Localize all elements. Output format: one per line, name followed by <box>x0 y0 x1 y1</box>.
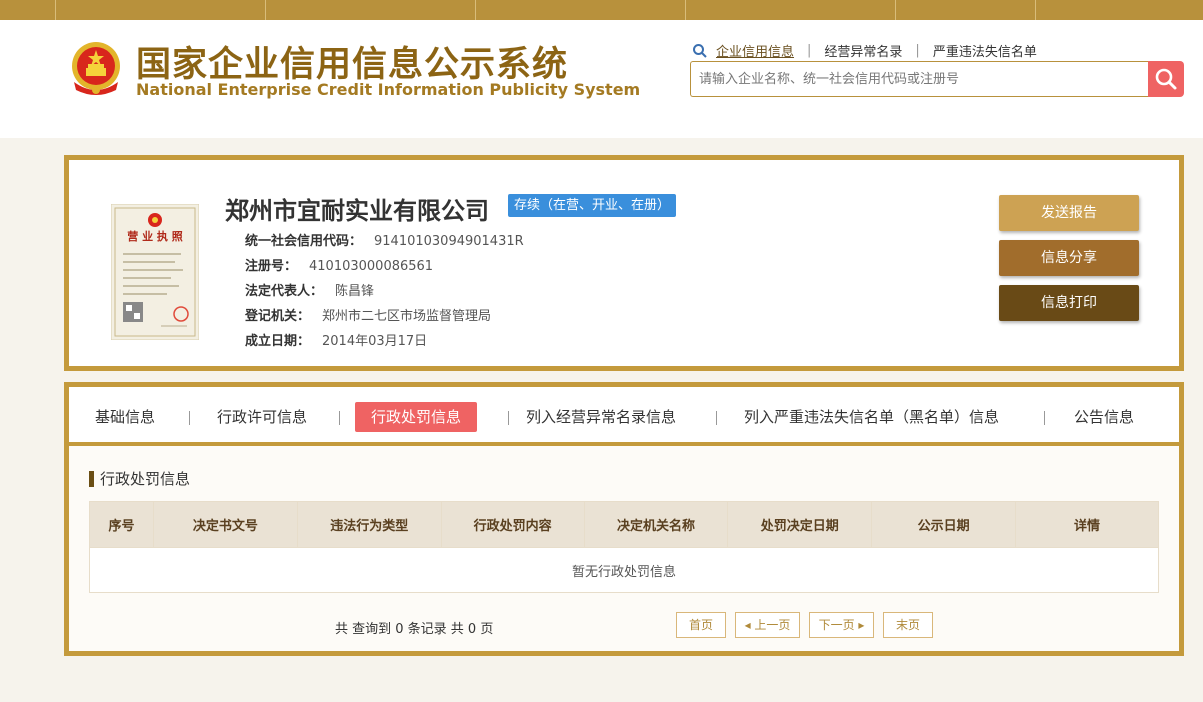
column-header: 序号 <box>89 501 154 548</box>
top-nav-item-repair[interactable] <box>685 0 895 20</box>
search-icon <box>1155 68 1177 90</box>
search-button[interactable] <box>1148 61 1184 97</box>
info-value: 91410103094901431R <box>374 234 524 249</box>
top-nav-edge <box>0 0 55 20</box>
prev-page-button[interactable]: ◂ 上一页 <box>735 612 800 638</box>
search-icon <box>693 43 707 58</box>
column-header: 公示日期 <box>871 501 1017 548</box>
table-header-row: 序号 决定书文号 违法行为类型 行政处罚内容 决定机关名称 处罚决定日期 公示日… <box>89 501 1159 548</box>
info-value: 郑州市二七区市场监督管理局 <box>322 309 492 324</box>
tab-abnormal-list[interactable]: 列入经营异常名录信息 <box>526 402 676 432</box>
info-label: 统一社会信用代码： <box>245 234 363 249</box>
business-license-image: 营 业 执 照 <box>111 204 199 340</box>
column-header: 违法行为类型 <box>296 501 442 548</box>
chevron-left-icon: ◂ <box>744 618 755 632</box>
info-label: 注册号： <box>245 259 298 274</box>
tab-announcements[interactable]: 公告信息 <box>1074 402 1134 432</box>
tab-blacklist[interactable]: 列入严重违法失信名单（黑名单）信息 <box>744 402 999 432</box>
info-row-founded: 成立日期： 2014年03月17日 <box>245 330 427 349</box>
info-row-legal-rep: 法定代表人： 陈昌锋 <box>245 280 374 299</box>
top-nav <box>0 0 1203 20</box>
info-label: 法定代表人： <box>245 284 324 299</box>
status-badge: 存续（在营、开业、在册） <box>508 194 677 217</box>
info-row-reg-no: 注册号： 410103000086561 <box>245 255 433 274</box>
info-value: 410103000086561 <box>309 259 434 274</box>
quick-link-separator: | <box>915 43 920 58</box>
quick-links: 企业信用信息 | 经营异常名录 | 严重违法失信名单 <box>692 41 1037 60</box>
search-box <box>690 61 1150 97</box>
chevron-right-icon: ▸ <box>854 618 865 632</box>
info-value: 2014年03月17日 <box>322 334 428 349</box>
tab-basic-info[interactable]: 基础信息 <box>95 402 155 432</box>
info-tabs-panel: 基础信息 行政许可信息 行政处罚信息 列入经营异常名录信息 列入严重违法失信名单… <box>64 382 1184 656</box>
info-label: 登记机关： <box>245 309 311 324</box>
top-nav-item-home[interactable] <box>55 0 265 20</box>
next-page-label: 下一页 <box>818 618 855 632</box>
column-header: 详情 <box>1015 501 1159 548</box>
tab-admin-license[interactable]: 行政许可信息 <box>217 402 307 432</box>
last-page-button[interactable]: 末页 <box>883 612 933 638</box>
tab-separator <box>508 411 509 425</box>
quick-link-abnormal[interactable]: 经营异常名录 <box>824 41 902 60</box>
site-title-en: National Enterprise Credit Information P… <box>136 80 641 99</box>
share-info-button[interactable]: 信息分享 <box>999 240 1139 276</box>
column-header: 行政处罚内容 <box>440 501 585 548</box>
tab-separator <box>716 411 717 425</box>
pagination-summary: 共 查询到 0 条记录 共 0 页 <box>335 622 494 637</box>
send-report-button[interactable]: 发送报告 <box>999 195 1139 231</box>
info-value: 陈昌锋 <box>335 284 375 299</box>
tab-separator <box>339 411 340 425</box>
column-header: 决定机关名称 <box>583 501 729 548</box>
print-info-button[interactable]: 信息打印 <box>999 285 1139 321</box>
top-nav-item-fill[interactable] <box>475 0 685 20</box>
info-row-authority: 登记机关： 郑州市二七区市场监督管理局 <box>245 305 491 324</box>
top-nav-item-publicity[interactable] <box>265 0 475 20</box>
national-emblem-icon <box>72 42 120 95</box>
top-nav-item-login[interactable] <box>1035 0 1203 20</box>
quick-link-separator: | <box>807 43 812 58</box>
quick-link-enterprise-credit[interactable]: 企业信用信息 <box>716 41 794 60</box>
info-label: 成立日期： <box>245 334 311 349</box>
tab-separator <box>1044 411 1045 425</box>
table-row: 暂无行政处罚信息 <box>89 547 1159 593</box>
company-name: 郑州市宜耐实业有限公司 <box>225 197 489 225</box>
tab-admin-penalty[interactable]: 行政处罚信息 <box>355 402 478 432</box>
column-header: 决定书文号 <box>152 501 298 548</box>
svg-text:营 业 执 照: 营 业 执 照 <box>127 229 183 243</box>
penalty-table: 序号 决定书文号 违法行为类型 行政处罚内容 决定机关名称 处罚决定日期 公示日… <box>89 501 1159 593</box>
site-header: 国家企业信用信息公示系统 National Enterprise Credit … <box>0 20 1203 138</box>
info-row-credit-code: 统一社会信用代码： 91410103094901431R <box>245 230 524 249</box>
empty-message: 暂无行政处罚信息 <box>89 547 1159 593</box>
tab-bar: 基础信息 行政许可信息 行政处罚信息 列入经营异常名录信息 列入严重违法失信名单… <box>69 387 1179 446</box>
first-page-button[interactable]: 首页 <box>676 612 726 638</box>
tab-content: 行政处罚信息 序号 决定书文号 违法行为类型 行政处罚内容 决定机关名称 处罚决… <box>69 446 1179 651</box>
column-header: 处罚决定日期 <box>727 501 873 548</box>
top-nav-item-share[interactable] <box>895 0 1035 20</box>
section-title: 行政处罚信息 <box>89 471 190 487</box>
company-panel: 营 业 执 照 郑州市宜耐实业有限公司 存续（在营、开业、在册） 统一社会信用代… <box>64 155 1184 371</box>
prev-page-label: 上一页 <box>754 618 791 632</box>
quick-link-blacklist[interactable]: 严重违法失信名单 <box>933 41 1037 60</box>
next-page-button[interactable]: 下一页 ▸ <box>809 612 874 638</box>
search-input[interactable] <box>691 62 1150 96</box>
tab-separator <box>189 411 190 425</box>
